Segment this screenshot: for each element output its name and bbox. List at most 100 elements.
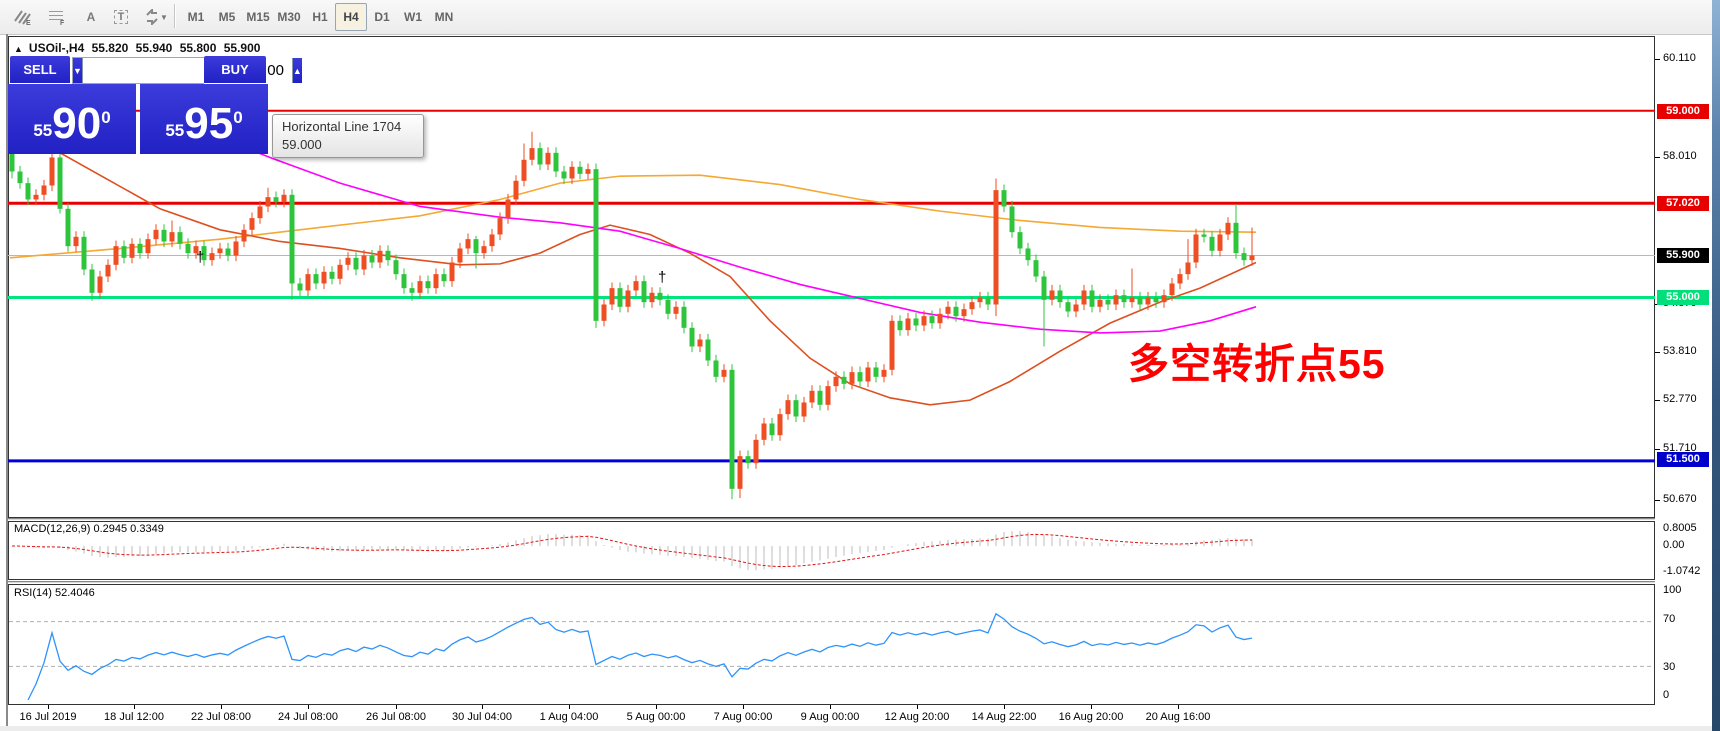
macd-tick-label: 0.8005 [1663,522,1697,534]
candle [730,370,735,489]
candle [1250,255,1255,260]
dagger-marker[interactable]: † [658,269,666,286]
sell-button[interactable]: SELL [10,56,70,83]
buy-price-big: 95 [184,102,233,146]
candle [642,281,647,302]
candle [146,239,151,253]
tab-timeframe-h1[interactable]: H1 [304,3,336,31]
tab-timeframe-w1[interactable]: W1 [397,3,429,31]
price-tick-label: 50.670 [1663,493,1697,505]
time-tick-mark [482,705,483,709]
sell-price-display[interactable]: 55900 [8,84,136,154]
tab-timeframe-h4[interactable]: H4 [335,3,367,31]
dagger-marker[interactable]: † [196,249,204,266]
candle [1146,297,1151,304]
candle [330,272,335,279]
rsi-tick-label: 100 [1663,584,1681,596]
macd-tick-label: -1.0742 [1663,565,1700,577]
axis-tick-mark [1655,157,1660,158]
macd-histogram-layer [12,531,1252,570]
collapse-arrow-icon[interactable]: ▲ [14,44,23,54]
candle [282,195,287,202]
candle [794,400,799,416]
candle [570,167,575,179]
candle [386,251,391,260]
candle [498,218,503,234]
volume-decrease-button[interactable]: ▼ [73,58,83,83]
candle [378,251,383,263]
time-tick-mark [917,705,918,709]
candle [90,269,95,292]
candle [674,307,679,314]
candle [1170,283,1175,295]
time-tick-mark [830,705,831,709]
quote-open: 55.820 [92,41,129,55]
rsi-panel[interactable] [8,584,1655,705]
price-level-badge: 51.500 [1657,452,1709,467]
time-tick-label: 16 Jul 2019 [20,711,77,723]
candle [914,318,919,325]
candle [554,153,559,172]
candle [978,297,983,302]
axis-tick-mark [1655,500,1660,501]
grid-icon[interactable]: F [42,3,72,31]
buy-button[interactable]: BUY [204,56,266,83]
buy-price-display[interactable]: 55950 [140,84,268,154]
candle [874,367,879,376]
candle [114,246,119,265]
moving-average-layer [10,132,1256,405]
time-tick-mark [743,705,744,709]
macd-signal-line [12,534,1252,566]
candle [658,293,663,300]
candle [1018,232,1023,248]
svg-text:E: E [26,20,31,26]
text-label-icon[interactable]: A [76,3,106,31]
candle [994,190,999,304]
candle [418,281,423,293]
candle [1058,290,1063,302]
candle [130,244,135,258]
candle [1242,253,1247,260]
time-tick-mark [569,705,570,709]
tab-timeframe-m30[interactable]: M30 [273,3,305,31]
time-tick-label: 30 Jul 04:00 [452,711,512,723]
text-box-icon[interactable]: T [106,3,136,31]
price-level-badge: 59.000 [1657,104,1709,119]
toolbar: E F A T ▼ M1M5M15M30H1H4D1W1MN [0,0,1720,35]
axis-tick-mark [1655,352,1660,353]
candle [1202,234,1207,236]
tab-timeframe-m15[interactable]: M15 [242,3,274,31]
chart-text-annotation: 多空转折点55 [1128,330,1386,390]
candle [538,148,543,164]
candle [1050,290,1055,299]
candle [938,314,943,323]
time-tick-label: 9 Aug 00:00 [801,711,860,723]
macd-panel[interactable] [8,521,1655,580]
candle [722,370,727,377]
axis-tick-mark [1655,449,1660,450]
tab-timeframe-m1[interactable]: M1 [180,3,212,31]
volume-increase-button[interactable]: ▲ [292,58,302,83]
time-tick-label: 12 Aug 20:00 [885,711,950,723]
svg-text:F: F [60,20,65,26]
candle [162,230,167,242]
time-tick-mark [1091,705,1092,709]
candle [1066,302,1071,311]
candle [394,260,399,274]
candle [426,281,431,288]
indicators-icon[interactable]: E [8,3,38,31]
tab-timeframe-mn[interactable]: MN [428,3,460,31]
candle [866,367,871,381]
buy-price-small: 55 [165,116,184,146]
sell-price-sup: 0 [101,108,110,128]
arrows-objects-icon[interactable]: ▼ [138,3,174,31]
tab-timeframe-m5[interactable]: M5 [211,3,243,31]
time-tick-label: 7 Aug 00:00 [714,711,773,723]
candle [690,328,695,347]
candle [970,302,975,309]
candle [1010,206,1015,232]
tab-timeframe-d1[interactable]: D1 [366,3,398,31]
price-axis: 60.11058.01054.87053.81052.77051.71050.6… [1655,36,1712,726]
toolbar-separator [174,4,176,28]
candle [826,386,831,405]
